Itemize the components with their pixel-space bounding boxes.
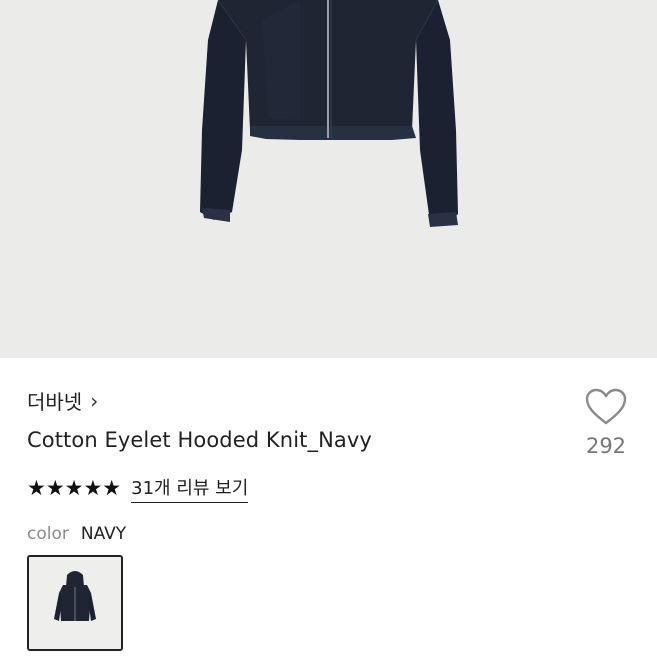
product-title: Cotton Eyelet Hooded Knit_Navy	[27, 428, 372, 452]
product-hero-image[interactable]	[0, 0, 657, 358]
heart-outline-icon	[585, 388, 627, 425]
color-swatch-navy[interactable]	[27, 555, 123, 651]
brand-name: 더바넷	[27, 390, 83, 414]
like-count: 292	[585, 434, 627, 458]
review-link[interactable]: 31개 리뷰 보기	[131, 474, 249, 503]
knit-cardigan-image	[200, 0, 458, 227]
color-row: color NAVY	[27, 524, 126, 544]
color-value: NAVY	[80, 524, 127, 544]
swatch-thumbnail-image	[29, 557, 121, 649]
chevron-right-icon: ›	[90, 388, 99, 413]
rating-row: ★★★★★ 31개 리뷰 보기	[27, 474, 249, 503]
like-button[interactable]: 292	[582, 388, 630, 458]
color-label: color	[27, 524, 69, 544]
star-rating-icon: ★★★★★	[27, 476, 122, 500]
product-info-panel: 더바넷 › Cotton Eyelet Hooded Knit_Navy ★★★…	[0, 358, 657, 657]
brand-link[interactable]: 더바넷 ›	[27, 386, 98, 415]
